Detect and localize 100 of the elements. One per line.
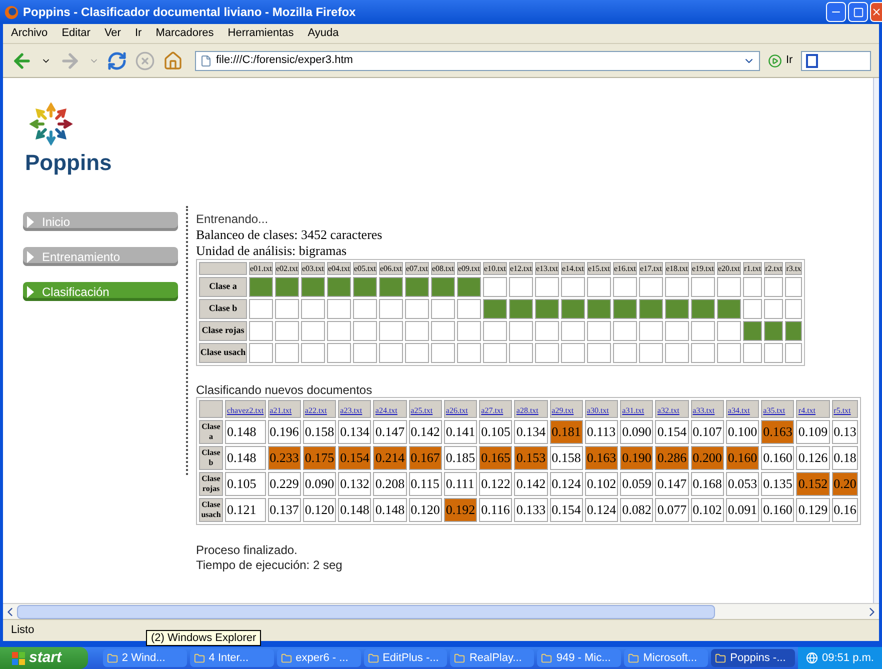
score-cell: 0.229 [268,472,301,496]
score-cell: 0.053 [726,472,760,496]
reload-icon[interactable] [107,50,127,70]
logo-icon [29,102,73,146]
score-cell: 0.107 [690,420,724,444]
score-cell: 0.154 [655,420,689,444]
app-icon [106,652,118,664]
score-cell: 0.137 [268,498,301,522]
score-cell: 0.160 [726,446,760,470]
menu-item[interactable]: Editar [62,25,90,42]
row-header: Clase usach [199,343,247,363]
maximize-icon [852,6,864,18]
score-cell: 0.105 [479,420,512,444]
taskbar-button[interactable]: 4 Inter... [190,649,274,667]
row-header: Clase rojas [199,472,223,496]
row-header: Clase usach [199,498,223,522]
score-cell: 0.160 [761,498,794,522]
score-cell: 0.120 [302,498,336,522]
score-cell: 0.090 [302,472,336,496]
column-header: e19.txt [691,262,715,275]
score-cell: 0.113 [584,420,618,444]
score-cell: 0.124 [550,472,583,496]
result-line: Tiempo de ejecución: 2 seg [196,558,344,573]
taskbar-button[interactable]: RealPlay... [450,649,534,667]
score-cell: 0.134 [514,420,548,444]
close-icon [871,6,882,18]
score-cell: 0.102 [690,498,724,522]
horizontal-scrollbar[interactable] [3,603,879,619]
app-icon [628,652,640,664]
column-header: e03.txt [301,262,325,275]
column-header: e13.txt [535,262,559,275]
tooltip: (2) Windows Explorer [146,630,262,646]
clock: 09:51 p.m. [822,650,874,666]
score-cell: 0.082 [620,498,654,522]
score-cell: 0.141 [444,420,478,444]
score-cell: 0.181 [550,420,583,444]
browser-logo-icon [4,4,19,20]
column-header: r2.txt [764,262,784,275]
score-cell: 0.077 [655,498,689,522]
score-cell: 0.18 [832,446,858,470]
score-cell: 0.111 [444,472,478,496]
column-header: e08.txt [431,262,455,275]
column-header: e01.txt [249,262,273,275]
taskbar-button[interactable]: Poppins -... [711,649,796,667]
score-cell: 0.129 [796,498,830,522]
score-cell: 0.154 [338,446,372,470]
tray-icon [806,652,818,664]
score-cell: 0.142 [408,420,442,444]
menu-item[interactable]: Ver [104,25,121,42]
menu-item[interactable]: Ayuda [308,25,339,42]
score-cell: 0.116 [479,498,512,522]
score-cell: 0.158 [550,446,583,470]
menu-item[interactable]: Archivo [11,25,48,42]
result-line: Proceso finalizado. [196,543,298,558]
score-cell: 0.148 [338,498,372,522]
row-header: Clase rojas [199,321,247,341]
score-cell: 0.167 [408,446,442,470]
score-cell: 0.132 [338,472,372,496]
status-text: Entrenando... [196,212,270,227]
column-header: e15.txt [587,262,611,275]
row-header: Clase a [199,420,223,444]
score-cell: 0.133 [514,498,548,522]
score-cell: 0.153 [514,446,548,470]
score-cell: 0.142 [514,472,548,496]
vertical-scrollbar[interactable] [873,78,879,603]
score-cell: 0.20 [832,472,858,496]
score-cell: 0.286 [655,446,689,470]
start-button[interactable]: start [0,647,88,669]
score-cell: 0.165 [479,446,512,470]
taskbar-button[interactable]: EditPlus -... [364,649,448,667]
home-icon[interactable] [163,50,183,70]
menu-item[interactable]: Marcadores [156,25,214,42]
window-title: Poppins - Clasificador documental liviano - Mozilla Firefox [23,4,356,21]
score-cell: 0.200 [690,446,724,470]
search-field[interactable] [800,50,871,70]
column-header: e18.txt [665,262,689,275]
taskbar-button[interactable]: 2 Wind... [102,649,187,667]
score-cell: 0.122 [479,472,512,496]
column-header: e04.txt [327,262,351,275]
score-cell: 0.105 [225,472,266,496]
row-header: Clase b [199,299,247,319]
menu-item[interactable]: Herramientas [228,25,294,42]
taskbar-button[interactable]: Microsoft... [624,649,708,667]
address-field[interactable]: file:///C:/forensic/exper3.htm [195,50,760,70]
maximize-button[interactable] [848,2,868,22]
menu-item[interactable]: Ir [134,25,142,42]
score-cell: 0.148 [225,446,266,470]
score-cell: 0.091 [726,498,760,522]
close-button[interactable] [870,2,882,22]
go-button[interactable]: Ir [768,52,793,69]
page-icon [200,54,212,66]
column-header: e02.txt [275,262,299,275]
info-line: Balanceo de clases: 3452 caracteres [196,227,384,243]
taskbar-button[interactable]: exper6 - ... [276,649,361,667]
score-cell: 0.148 [373,498,407,522]
column-header: e07.txt [405,262,429,275]
minimize-button[interactable] [826,2,846,22]
column-header: e14.txt [561,262,585,275]
row-header: Clase b [199,446,223,470]
taskbar-button[interactable]: 949 - Mic... [537,649,622,667]
